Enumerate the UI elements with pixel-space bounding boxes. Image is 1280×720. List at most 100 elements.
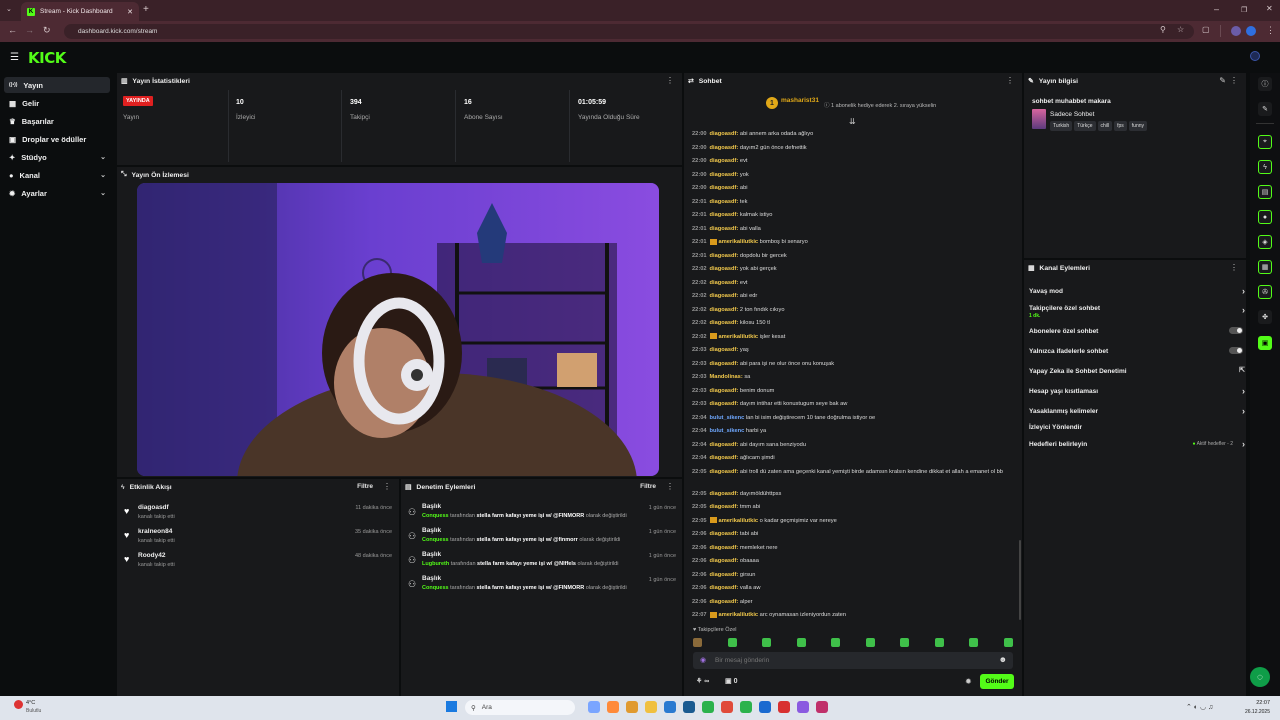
reload-icon[interactable]: ↻ [43,25,51,36]
more-options-icon[interactable]: ⋮ [1230,263,1238,272]
chat-username[interactable]: amerikalilutkic [719,612,759,618]
layout-icon[interactable]: ▦ [1258,260,1272,274]
chat-username[interactable]: diagoasdf: [710,145,739,151]
chat-username[interactable]: diagoasdf: [710,199,739,205]
windows-start-icon[interactable] [446,701,457,712]
emote-icon[interactable] [762,638,772,647]
stream-preview-video[interactable] [137,183,659,476]
emoji-icon[interactable]: ☻ [999,655,1007,664]
weather-temp[interactable]: 4°C [26,700,35,706]
bookmark-star-icon[interactable]: ☆ [1177,25,1184,34]
taskbar-app-icon[interactable] [759,701,771,713]
sidebar-item-droplar[interactable]: ▣ Droplar ve ödüller [4,131,110,147]
chat-username[interactable]: diagoasdf: [710,320,739,326]
taskbar-app-icon[interactable] [607,701,619,713]
emote-icon[interactable] [900,638,910,647]
emote-icon[interactable] [934,638,944,647]
chat-scrollbar[interactable] [1019,540,1021,620]
emote-icon[interactable] [865,638,875,647]
lightning-icon[interactable]: ϟ [1258,160,1272,174]
moderation-filter-button[interactable]: Filtre [640,483,656,490]
chat-username[interactable]: diagoasdf: [710,599,739,605]
emote-icon[interactable] [796,638,806,647]
emote-icon[interactable] [831,638,841,647]
chat-username[interactable]: diagoasdf: [710,280,739,286]
chat-username[interactable]: diagoasdf: [710,293,739,299]
toggle-switch[interactable] [1229,347,1243,354]
chat-username[interactable]: bulut_sikenc [710,428,745,434]
chat-username[interactable]: diagoasdf: [710,131,739,137]
chat-username[interactable]: diagoasdf: [710,572,739,578]
account-avatar[interactable] [1246,26,1256,36]
chat-username[interactable]: diagoasdf: [710,226,739,232]
chat-input-box[interactable]: ◉ ☻ [693,652,1013,669]
info-icon[interactable]: ⓘ [1258,77,1272,91]
taskbar-app-icon[interactable] [740,701,752,713]
taskbar-search[interactable]: ⚲ Ara [465,700,575,715]
action-ai-moderation[interactable]: Yapay Zeka ile Sohbet Denetimi ⇱ [1029,367,1245,375]
hamburger-menu-icon[interactable]: ☰ [10,52,19,63]
chat-username[interactable]: diagoasdf: [710,361,739,367]
active-tool-icon[interactable]: ▣ [1258,336,1272,350]
system-tray-icons[interactable]: ⌃ ◐ ◡ ♫ [1186,703,1213,711]
taskbar-time[interactable]: 22:07 [1240,700,1270,706]
action-subscribers-only[interactable]: Abonelere özel sohbet [1029,327,1245,335]
chat-username[interactable]: amerikalilutkic [719,518,759,524]
emote-icon[interactable] [1003,638,1013,647]
taskbar-app-icon[interactable] [664,701,676,713]
edit-icon[interactable]: ✎ [1219,76,1226,85]
chat-username[interactable]: diagoasdf: [710,585,739,591]
broadcast-icon[interactable]: ◈ [1258,235,1272,249]
emote-icon[interactable] [693,638,702,647]
points-counter[interactable]: ⚘ ∞ [696,677,709,685]
chat-username[interactable]: diagoasdf: [710,469,739,475]
sidebar-item-ayarlar[interactable]: ✹ Ayarlar ⌄ [4,185,110,201]
emote-icon[interactable] [969,638,979,647]
user-avatar[interactable] [1250,51,1260,61]
taskbar-app-icon[interactable] [683,701,695,713]
action-emotes-only[interactable]: Yalnızca ifadelerle sohbet [1029,347,1245,355]
chat-username[interactable]: diagoasdf: [710,455,739,461]
chat-message-input[interactable] [715,655,985,666]
sidebar-item-basarilar[interactable]: ♛ Başarılar [4,113,110,129]
chat-username[interactable]: diagoasdf: [710,307,739,313]
gift-counter[interactable]: ▣ 0 [725,677,737,685]
chat-username[interactable]: diagoasdf: [710,545,739,551]
taskbar-app-icon[interactable] [588,701,600,713]
forward-icon[interactable]: → [25,25,34,35]
action-slow-mode[interactable]: Yavaş mod › [1029,286,1245,296]
chat-username[interactable]: Mandolinas: [710,374,743,380]
chat-username[interactable]: diagoasdf: [710,531,739,537]
chat-username[interactable]: diagoasdf: [710,401,739,407]
chat-username[interactable]: diagoasdf: [710,185,739,191]
activity-filter-button[interactable]: Filtre [357,483,373,490]
profile-icon[interactable] [1231,26,1241,36]
chat-username[interactable]: amerikalilutkic [719,334,759,340]
chat-username[interactable]: diagoasdf: [710,442,739,448]
minimize-icon[interactable]: – [1214,4,1219,14]
scroll-down-icon[interactable]: ⇊ [849,117,856,126]
chat-username[interactable]: bulut_sikenc [710,415,745,421]
chat-username[interactable]: diagoasdf: [710,388,739,394]
crosshair-icon[interactable]: ⌖ [1258,135,1272,149]
more-options-icon[interactable]: ⋮ [666,76,674,85]
toggle-switch[interactable] [1229,327,1243,334]
chat-username[interactable]: diagoasdf: [710,158,739,164]
chat-username[interactable]: diagoasdf: [710,504,739,510]
more-options-icon[interactable]: ⋮ [1006,76,1014,85]
taskbar-app-icon[interactable] [645,701,657,713]
action-goals[interactable]: Hedefleri belirleyin ● Aktif hedefler - 2… [1029,439,1245,449]
sidebar-item-studyo[interactable]: ✦ Stüdyo ⌄ [4,149,110,165]
taskbar-app-icon[interactable] [626,701,638,713]
chat-username[interactable]: diagoasdf: [710,172,739,178]
sidebar-item-kanal[interactable]: ● Kanal ⌄ [4,167,110,183]
taskbar-app-icon[interactable] [816,701,828,713]
tab-search-icon[interactable]: ⌄ [6,5,12,13]
url-input[interactable]: dashboard.kick.com/stream [64,24,1194,39]
sidebar-item-yayin[interactable]: ((•)) Yayın [4,77,110,93]
taskbar-app-icon[interactable] [702,701,714,713]
action-account-age[interactable]: Hesap yaşı kısıtlaması › [1029,386,1245,396]
maximize-icon[interactable]: ❐ [1241,6,1247,14]
zoom-icon[interactable]: ⚲ [1160,25,1166,34]
taskbar-app-icon[interactable] [778,701,790,713]
